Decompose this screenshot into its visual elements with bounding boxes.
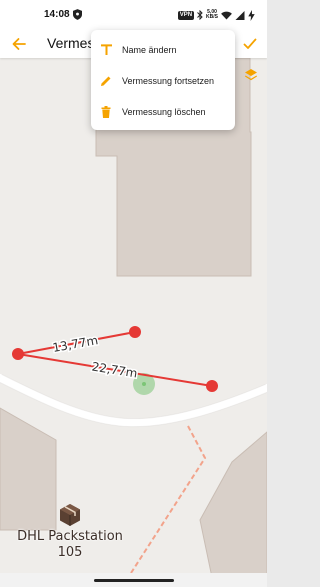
battery-charging-icon	[248, 9, 255, 21]
network-speed-icon: 5,00 KB/S	[206, 10, 218, 20]
confirm-button[interactable]	[239, 33, 261, 55]
trash-icon	[99, 105, 113, 119]
gesture-handle[interactable]	[94, 579, 174, 582]
overflow-menu: Name ändern Vermessung fortsetzen Vermes…	[91, 30, 235, 130]
measurement-point-1[interactable]	[129, 326, 141, 338]
poi-label[interactable]: DHL Packstation 105	[0, 529, 140, 561]
signal-icon	[235, 10, 245, 20]
speed-unit: KB/S	[206, 14, 218, 20]
arrow-left-icon	[12, 38, 26, 50]
poi-name-line2: 105	[57, 545, 83, 560]
menu-item-label: Name ändern	[122, 44, 177, 55]
check-icon	[243, 38, 257, 49]
shield-icon	[73, 9, 82, 20]
bluetooth-icon	[197, 10, 203, 20]
menu-item-label: Vermessung fortsetzen	[122, 75, 215, 86]
current-location-dot	[142, 382, 146, 386]
measurement-point-start[interactable]	[12, 348, 24, 360]
vpn-icon: VPN	[177, 10, 195, 20]
poi-name-line1: DHL Packstation	[17, 529, 123, 544]
menu-item-rename[interactable]: Name ändern	[91, 34, 235, 65]
text-icon	[99, 43, 113, 57]
pencil-icon	[99, 74, 113, 88]
navigation-bar	[0, 573, 267, 587]
menu-item-delete[interactable]: Vermessung löschen	[91, 96, 235, 127]
map-view[interactable]: 13,77m 22,77m	[0, 58, 267, 587]
menu-item-continue[interactable]: Vermessung fortsetzen	[91, 65, 235, 96]
status-time: 14:08	[44, 9, 70, 20]
measurement-point-2[interactable]	[206, 380, 218, 392]
status-bar: 14:08 VPN 5,00 KB/S	[0, 0, 267, 30]
layers-icon	[245, 69, 257, 81]
phone-screen: 14:08 VPN 5,00 KB/S Vermessung 13,77m 22…	[0, 0, 267, 587]
back-button[interactable]	[8, 33, 30, 55]
parcel-locker-icon[interactable]	[58, 503, 82, 527]
wifi-icon	[221, 11, 232, 20]
menu-item-label: Vermessung löschen	[122, 106, 206, 117]
layers-button[interactable]	[242, 66, 260, 84]
status-icons: VPN 5,00 KB/S	[177, 8, 255, 22]
